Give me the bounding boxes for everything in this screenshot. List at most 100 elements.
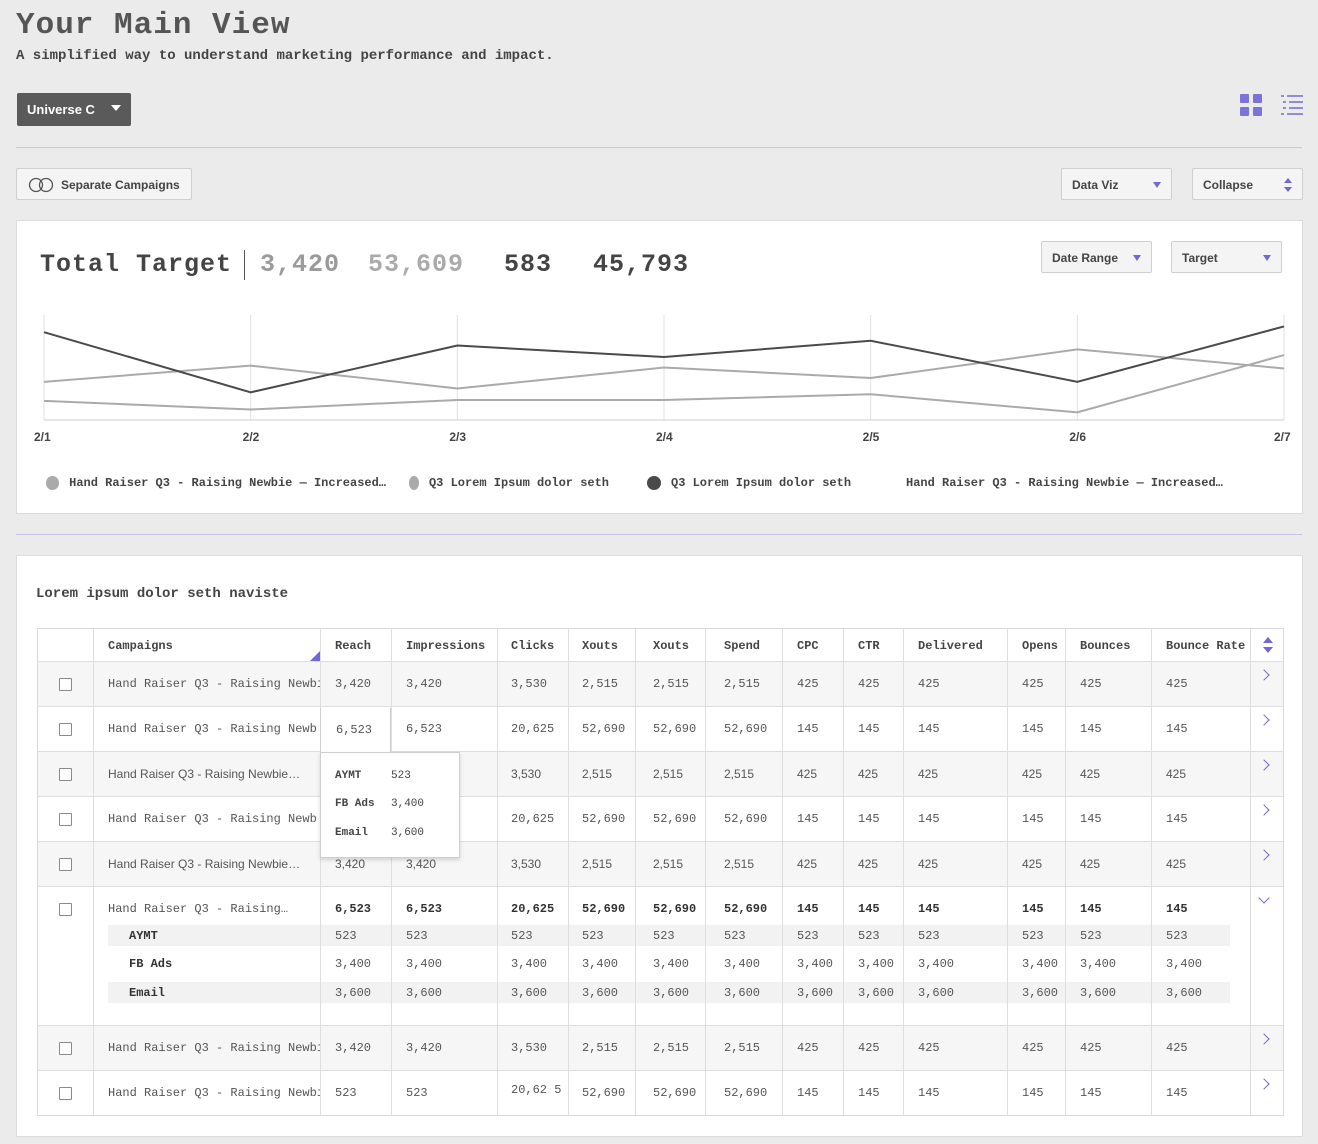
table-cell: 425: [1022, 767, 1043, 781]
column-header[interactable]: Clicks: [511, 639, 554, 653]
campaign-name[interactable]: Hand Raiser Q3 - Raising Newb: [108, 812, 320, 826]
column-header[interactable]: Spend: [724, 639, 760, 653]
table-cell: 2,515: [582, 677, 619, 691]
sort-arrows-icon[interactable]: [1263, 637, 1273, 653]
table-cell: 52,690: [653, 812, 697, 826]
divider: [16, 534, 1302, 535]
table-cell: 3,530: [511, 767, 542, 781]
column-header[interactable]: CPC: [797, 639, 819, 653]
row-checkbox[interactable]: [59, 1042, 72, 1055]
sort-corner-icon[interactable]: [310, 651, 320, 661]
table-cell: 145: [1080, 1086, 1102, 1100]
campaign-name[interactable]: Hand Raiser Q3 - Raising Newbie…: [108, 857, 320, 871]
table-cell: 145: [1166, 902, 1188, 916]
campaign-name[interactable]: Hand Raiser Q3 - Raising Newbie: [108, 1041, 320, 1055]
legend-item[interactable]: Hand Raiser Q3 - Raising Newbie — Increa…: [46, 476, 386, 490]
subrow-cell: 3,400: [724, 957, 761, 971]
table-cell: 425: [1022, 857, 1043, 871]
table-cell: 145: [918, 812, 940, 826]
subrow-cell: 3,600: [1166, 986, 1203, 1000]
x-tick-label: 2/2: [242, 430, 260, 444]
row-checkbox[interactable]: [59, 678, 72, 691]
metric-value: 3,420: [260, 250, 341, 279]
legend-swatch: [409, 476, 419, 490]
column-header[interactable]: Xouts: [653, 639, 689, 653]
subrow-cell: 523: [335, 929, 357, 943]
row-divider: [38, 1070, 1283, 1071]
table-cell: 145: [918, 1086, 940, 1100]
campaign-name[interactable]: Hand Raiser Q3 - Raising Newbie: [108, 1086, 320, 1100]
x-tick-label: 2/5: [862, 430, 880, 444]
table-cell: 3,420: [335, 1041, 372, 1055]
subrow-cell: 523: [918, 929, 940, 943]
subrow-cell: 3,400: [335, 957, 372, 971]
column-header[interactable]: Xouts: [582, 639, 618, 653]
row-checkbox[interactable]: [59, 768, 72, 781]
chevron-right-icon[interactable]: [1258, 714, 1270, 726]
row-checkbox[interactable]: [59, 723, 72, 736]
table-cell: 52,690: [653, 1086, 697, 1100]
table-cell: 52,690: [582, 812, 626, 826]
subrow-channel: FB Ads: [129, 957, 173, 971]
table-cell: 20,625: [511, 722, 555, 736]
universe-dropdown[interactable]: Universe C: [17, 93, 131, 126]
table-cell: 425: [1166, 857, 1187, 871]
x-tick-label: 2/4: [656, 430, 673, 444]
table-cell: 145: [797, 722, 819, 736]
legend-item[interactable]: Q3 Lorem Ipsum dolor seth: [409, 476, 609, 490]
caret-down-icon: [111, 105, 121, 111]
page-title: Your Main View: [16, 8, 291, 43]
column-header[interactable]: Opens: [1022, 639, 1058, 653]
column-header[interactable]: Bounces: [1080, 639, 1130, 653]
table-cell: 2,515: [724, 767, 755, 781]
table-cell: 3,420: [335, 857, 366, 871]
subrow-cell: 523: [406, 929, 428, 943]
column-header[interactable]: Delivered: [918, 639, 983, 653]
line-chart: [43, 315, 1285, 421]
target-select[interactable]: Target: [1171, 241, 1282, 273]
column-header[interactable]: Reach: [335, 639, 371, 653]
table-cell: 145: [858, 1086, 880, 1100]
table-cell: 2,515: [724, 857, 755, 871]
subrow-cell: 523: [724, 929, 746, 943]
tooltip-label: AYMT: [335, 770, 362, 782]
column-header[interactable]: CTR: [858, 639, 880, 653]
table-cell: 425: [1166, 767, 1187, 781]
row-checkbox[interactable]: [59, 813, 72, 826]
legend-item[interactable]: Q3 Lorem Ipsum dolor seth: [647, 476, 851, 490]
chevron-down-icon[interactable]: [1258, 892, 1270, 904]
legend-swatch: [46, 476, 60, 490]
table-cell: 145: [858, 722, 880, 736]
legend-label: Q3 Lorem Ipsum dolor seth: [671, 476, 852, 490]
table-cell: 2,515: [724, 677, 761, 691]
column-divider: [635, 629, 636, 1115]
legend-label: Hand Raiser Q3 - Raising Newbie — Increa…: [906, 476, 1223, 490]
date-range-select[interactable]: Date Range: [1041, 241, 1152, 273]
row-checkbox[interactable]: [59, 1087, 72, 1100]
subrow-cell: 523: [511, 929, 533, 943]
table-cell: 425: [1022, 1041, 1044, 1055]
subrow-cell: 3,400: [797, 957, 834, 971]
campaign-name[interactable]: Hand Raiser Q3 - Raising…: [108, 902, 320, 916]
legend-label: Hand Raiser Q3 - Raising Newbie — Increa…: [69, 476, 386, 490]
campaign-name[interactable]: Hand Raiser Q3 - Raising Newbie: [108, 677, 320, 691]
separate-campaigns-button[interactable]: Separate Campaigns: [16, 168, 192, 200]
chevron-right-icon[interactable]: [1258, 1078, 1270, 1090]
collapse-select[interactable]: Collapse: [1192, 168, 1303, 200]
grid-view-icon[interactable]: [1240, 94, 1262, 116]
table-cell: 2,515: [653, 857, 684, 871]
campaign-name[interactable]: Hand Raiser Q3 - Raising Newbie…: [108, 767, 320, 781]
table-cell: 145: [797, 1086, 819, 1100]
chevron-right-icon[interactable]: [1258, 804, 1270, 816]
column-header[interactable]: Campaigns: [108, 639, 173, 653]
column-header[interactable]: Bounce Rate: [1166, 639, 1245, 653]
data-viz-select[interactable]: Data Viz: [1061, 168, 1172, 200]
campaign-name[interactable]: Hand Raiser Q3 - Raising Newb: [108, 722, 320, 736]
subrow-cell: 3,600: [918, 986, 955, 1000]
row-checkbox[interactable]: [59, 903, 72, 916]
column-header[interactable]: Impressions: [406, 639, 485, 653]
list-view-icon[interactable]: [1281, 94, 1303, 116]
row-checkbox[interactable]: [59, 858, 72, 871]
legend-item[interactable]: Hand Raiser Q3 - Raising Newbie — Increa…: [896, 476, 1223, 490]
table-cell: 145: [1166, 1086, 1188, 1100]
